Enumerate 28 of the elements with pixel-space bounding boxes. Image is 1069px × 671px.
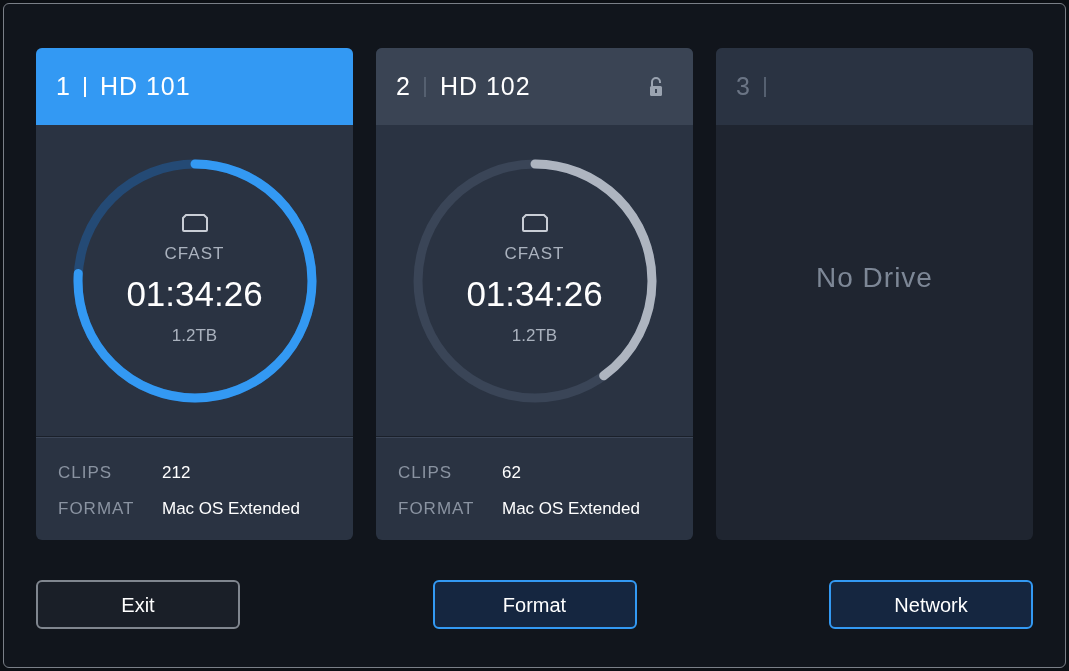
info-value: 212 [162,462,191,484]
exit-button[interactable]: Exit [36,580,240,629]
card-icon [181,212,208,233]
drive-name: HD 101 [99,70,191,102]
capacity-label: 1.2TB [511,324,558,347]
drive-card[interactable]: 3 No Drive [716,48,1033,540]
capacity-label: 1.2TB [171,324,218,347]
slot-number: 3 [736,70,750,102]
slot-number: 2 [396,70,410,102]
info-value: Mac OS Extended [162,497,300,520]
drive-card[interactable]: 2 HD 102 CFAST 01:34:26 1.2TB CLIPS 62 FORMAT Mac OS Extended [376,48,693,540]
info-label: CLIPS [398,462,454,484]
action-button[interactable]: Format [432,580,637,629]
remaining-time: 01:34:26 [466,273,603,316]
info-label: FORMAT [398,497,476,520]
drive-name: HD 102 [439,70,531,102]
info-value: 62 [502,462,521,484]
slot-number: 1 [56,70,70,102]
empty-slot-message: No Drive [816,261,933,295]
remaining-time: 01:34:26 [126,273,263,316]
media-type: CFAST [504,242,565,265]
drive-card[interactable]: 1 HD 101 CFAST 01:34:26 1.2TB CLIPS 212 FORMAT Mac OS Extended [36,48,353,540]
action-button[interactable]: Network [829,580,1033,629]
info-label: FORMAT [58,497,136,520]
media-type: CFAST [164,242,225,265]
card-icon [521,212,548,233]
info-label: CLIPS [58,462,114,484]
info-value: Mac OS Extended [502,497,640,520]
